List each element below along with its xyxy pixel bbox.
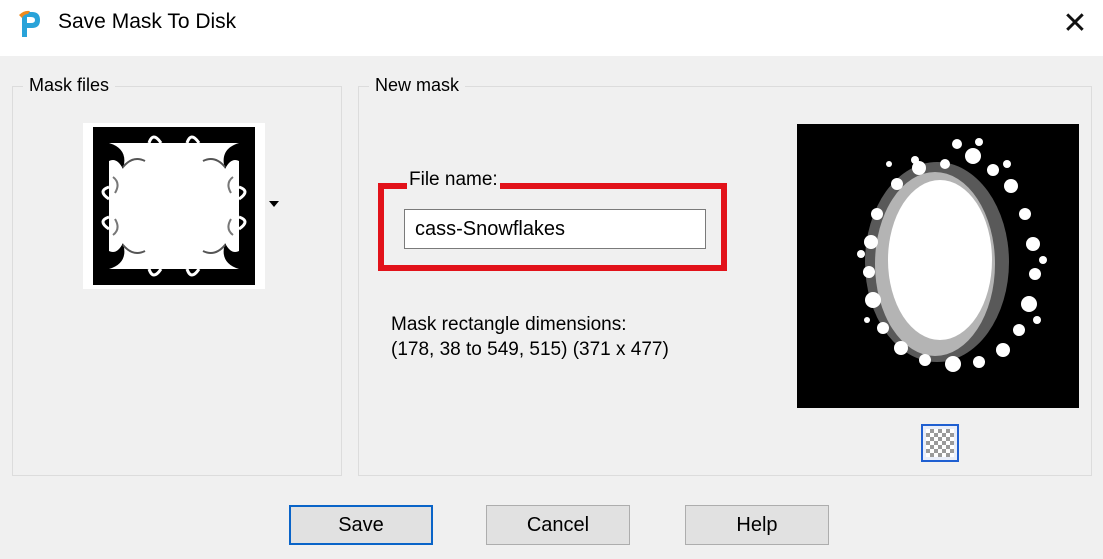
- ornate-frame-mask-thumbnail: [93, 127, 255, 285]
- window-title: Save Mask To Disk: [58, 10, 237, 33]
- transparency-toggle-button[interactable]: [921, 424, 959, 462]
- mask-files-legend: Mask files: [23, 73, 116, 97]
- cancel-button[interactable]: Cancel: [486, 505, 630, 545]
- new-mask-group: New mask File name: Mask rectangle dimen…: [358, 73, 1092, 476]
- mask-preview: [797, 124, 1079, 408]
- paintshop-pro-icon: [19, 10, 40, 37]
- snowflake-oval-mask-preview: [797, 124, 1079, 408]
- mask-files-dropdown-arrow-icon[interactable]: [269, 201, 279, 207]
- title-bar: Save Mask To Disk ✕: [0, 0, 1103, 56]
- checkerboard-icon: [926, 429, 954, 457]
- file-name-input[interactable]: [404, 209, 706, 249]
- mask-files-group: Mask files: [12, 73, 342, 476]
- close-icon: ✕: [1062, 7, 1088, 40]
- mask-files-thumbnail[interactable]: [83, 123, 265, 289]
- mask-dimensions-label: Mask rectangle dimensions:: [391, 314, 627, 335]
- mask-dimensions-value: (178, 38 to 549, 515) (371 x 477): [391, 339, 669, 360]
- help-button[interactable]: Help: [685, 505, 829, 545]
- close-button[interactable]: ✕: [1047, 0, 1103, 50]
- new-mask-legend: New mask: [369, 73, 466, 97]
- save-button[interactable]: Save: [289, 505, 433, 545]
- file-name-label: File name:: [407, 169, 500, 191]
